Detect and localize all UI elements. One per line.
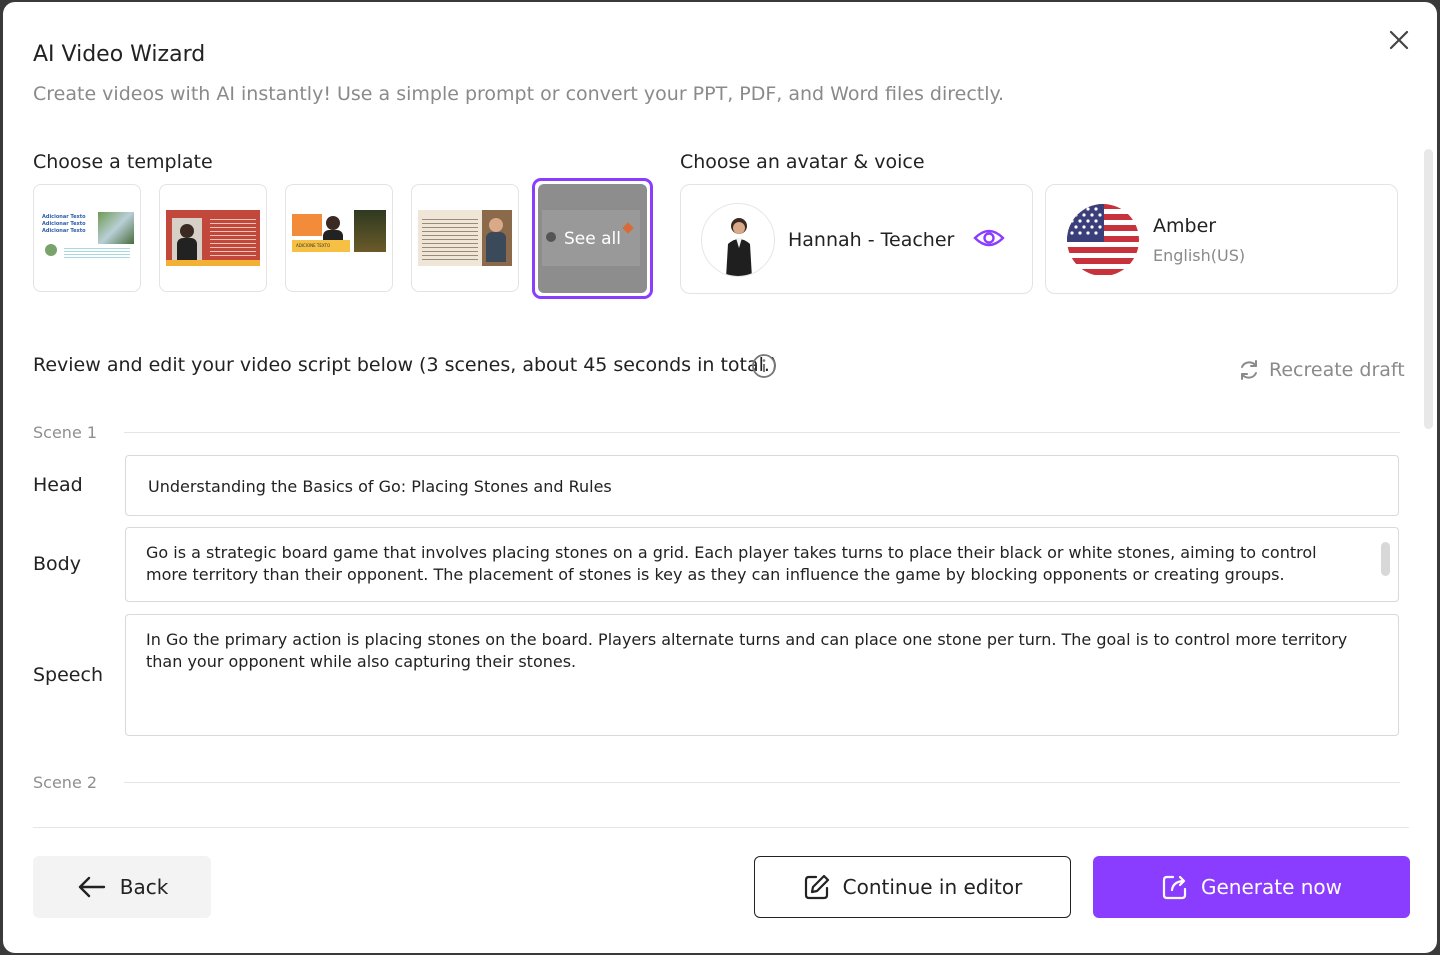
info-button[interactable] (751, 353, 777, 379)
voice-name: Amber (1153, 215, 1217, 237)
arrow-left-icon (78, 876, 105, 898)
template-thumbnail-4[interactable] (411, 184, 519, 292)
template-thumb-text: Adicionar Texto (42, 221, 86, 227)
ai-video-wizard-dialog: AI Video Wizard Create videos with AI in… (3, 2, 1437, 953)
generate-now-button[interactable]: Generate now (1093, 856, 1410, 918)
see-all-label: See all (564, 228, 621, 249)
eye-icon (973, 229, 1005, 247)
share-export-icon (1162, 875, 1187, 900)
recreate-draft-label: Recreate draft (1269, 359, 1405, 381)
avatar-section-label: Choose an avatar & voice (680, 151, 925, 173)
close-button[interactable] (1385, 26, 1413, 54)
scene-2-label: Scene 2 (33, 773, 98, 792)
edit-icon (804, 874, 829, 900)
template-thumbnail-2[interactable] (159, 184, 267, 292)
voice-card[interactable]: Amber English(US) (1045, 184, 1398, 294)
preview-avatar-button[interactable] (973, 226, 1005, 250)
continue-in-editor-button[interactable]: Continue in editor (754, 856, 1071, 918)
template-thumb-text: Adicionar Texto (42, 214, 86, 220)
close-icon (1389, 30, 1409, 50)
template-thumbnail-3[interactable]: ADICIONE TEXTO (285, 184, 393, 292)
script-review-heading: Review and edit your video script below … (33, 354, 778, 376)
scene-1-head-input[interactable]: Understanding the Basics of Go: Placing … (125, 455, 1399, 516)
dialog-scrollbar[interactable] (1424, 149, 1433, 429)
scene-1-head-text: Understanding the Basics of Go: Placing … (148, 477, 612, 496)
template-thumb-text: ADICIONE TEXTO (292, 240, 350, 252)
see-all-templates-button[interactable]: See all (532, 178, 653, 299)
refresh-icon (1241, 360, 1257, 380)
dialog-subtitle: Create videos with AI instantly! Use a s… (33, 83, 1005, 105)
avatar-image (701, 203, 775, 277)
speech-label: Speech (33, 664, 103, 686)
scene-1-speech-input[interactable]: In Go the primary action is placing ston… (125, 614, 1399, 736)
template-section-label: Choose a template (33, 151, 213, 173)
head-label: Head (33, 474, 83, 496)
scene-1-speech-text: In Go the primary action is placing ston… (146, 630, 1348, 671)
avatar-name: Hannah - Teacher (788, 229, 955, 251)
dialog-title: AI Video Wizard (33, 42, 206, 67)
us-flag-icon (1066, 203, 1140, 277)
avatar-card[interactable]: Hannah - Teacher (680, 184, 1033, 294)
body-label: Body (33, 553, 81, 575)
generate-now-label: Generate now (1200, 875, 1343, 899)
scene-1-body-text: Go is a strategic board game that involv… (146, 543, 1317, 584)
continue-in-editor-label: Continue in editor (842, 875, 1023, 899)
back-label: Back (119, 875, 169, 899)
voice-locale: English(US) (1153, 246, 1246, 265)
scene-divider (124, 432, 1400, 433)
template-thumbnail-1[interactable]: Adicionar Texto Adicionar Texto Adiciona… (33, 184, 141, 292)
scene-1-body-input[interactable]: Go is a strategic board game that involv… (125, 527, 1399, 602)
template-thumb-text: Adicionar Texto (42, 228, 86, 234)
us-flag-image (1067, 204, 1139, 276)
avatar-figure-icon (726, 218, 752, 276)
footer-divider (33, 827, 1409, 828)
info-icon (752, 354, 776, 378)
scene-1-label: Scene 1 (33, 423, 98, 442)
scene-divider (124, 782, 1400, 783)
recreate-draft-button[interactable]: Recreate draft (1237, 358, 1405, 382)
body-scrollbar[interactable] (1381, 542, 1390, 576)
back-button[interactable]: Back (33, 856, 211, 918)
